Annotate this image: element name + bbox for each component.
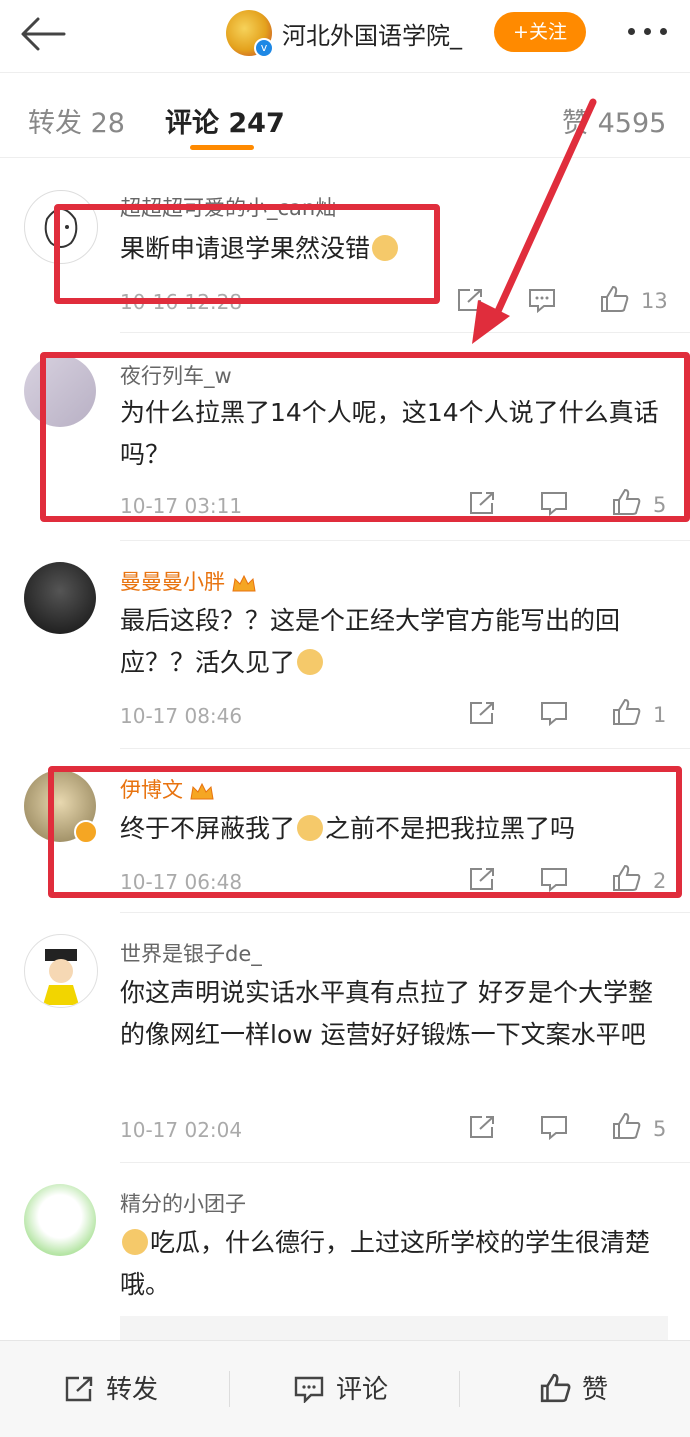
- comment-username[interactable]: 曼曼曼小胖: [120, 566, 257, 596]
- repost-icon[interactable]: [468, 1114, 496, 1140]
- comment-time: 10-17 08:46: [120, 704, 243, 728]
- comment-icon[interactable]: [294, 1375, 324, 1403]
- divider: [120, 748, 690, 749]
- repost-icon[interactable]: [64, 1375, 94, 1403]
- avatar[interactable]: [24, 934, 98, 1008]
- comment-icon[interactable]: [540, 700, 568, 726]
- comment-text: 吃瓜，什么德行，上过这所学校的学生很清楚哦。: [120, 1228, 651, 1299]
- like-button[interactable]: 赞: [582, 1369, 608, 1406]
- vip-crown-icon: [232, 574, 256, 592]
- comment-text: 最后这段？？这是个正经大学官方能写出的回应？？活久见了: [120, 606, 621, 677]
- comment-username[interactable]: 精分的小团子: [120, 1188, 246, 1218]
- avatar[interactable]: [24, 562, 96, 634]
- divider: [120, 1162, 690, 1163]
- laugh-cry-emoji-icon: [297, 649, 324, 675]
- comment-button[interactable]: 评论: [336, 1369, 388, 1406]
- divider: [120, 540, 690, 541]
- avatar-cartoon-icon: [43, 949, 79, 1005]
- comment-icon[interactable]: [540, 1114, 568, 1140]
- bottom-action-bar: 转发 评论 赞: [0, 1340, 690, 1437]
- annotation-box: [48, 766, 682, 898]
- divider: [229, 1371, 230, 1407]
- doge-emoji-icon: [122, 1229, 148, 1255]
- like-count: 1: [653, 703, 667, 727]
- like-icon[interactable]: [612, 698, 642, 726]
- repost-icon[interactable]: [468, 700, 496, 726]
- comment-username[interactable]: 世界是银子de_: [120, 938, 262, 968]
- like-icon[interactable]: [540, 1373, 572, 1403]
- divider: [459, 1371, 460, 1407]
- repost-button[interactable]: 转发: [106, 1369, 158, 1406]
- like-icon[interactable]: [612, 1112, 642, 1140]
- comment-time: 10-17 02:04: [120, 1118, 243, 1142]
- avatar[interactable]: [24, 1184, 96, 1256]
- like-count: 5: [653, 1117, 667, 1141]
- divider: [120, 912, 690, 913]
- annotation-arrow-icon: [472, 98, 597, 344]
- comment-text: 你这声明说实话水平真有点拉了 好歹是个大学整的像网红一样low 运营好好锻炼一下…: [120, 978, 653, 1049]
